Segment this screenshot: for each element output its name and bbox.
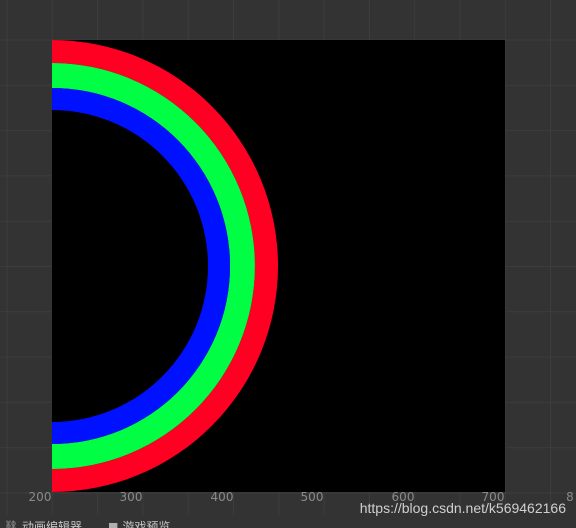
animation-icon: ⛓ [4, 520, 18, 528]
scene-canvas[interactable] [0, 0, 576, 528]
game-preview-icon: ■ [108, 520, 119, 528]
tab-label: 游戏预览 [122, 520, 171, 528]
ruler-label: 8 [566, 490, 574, 504]
bottom-panel-tabs: ⛓ 动画编辑器 ■ 游戏预览 [0, 515, 320, 528]
tab-animation-editor[interactable]: ⛓ 动画编辑器 [4, 518, 82, 528]
ruler-label: 400 [210, 490, 234, 504]
tab-game-preview[interactable]: ■ 游戏预览 [108, 518, 170, 528]
tab-label: 动画编辑器 [21, 520, 82, 528]
ruler-label: 200 [28, 490, 52, 504]
ruler-label: 300 [119, 490, 143, 504]
watermark-text: https://blog.csdn.net/k569462166 [359, 500, 566, 516]
ruler-label: 500 [300, 490, 324, 504]
scene-view[interactable]: 200 300 400 500 600 700 8 https://blog.c… [0, 0, 576, 528]
